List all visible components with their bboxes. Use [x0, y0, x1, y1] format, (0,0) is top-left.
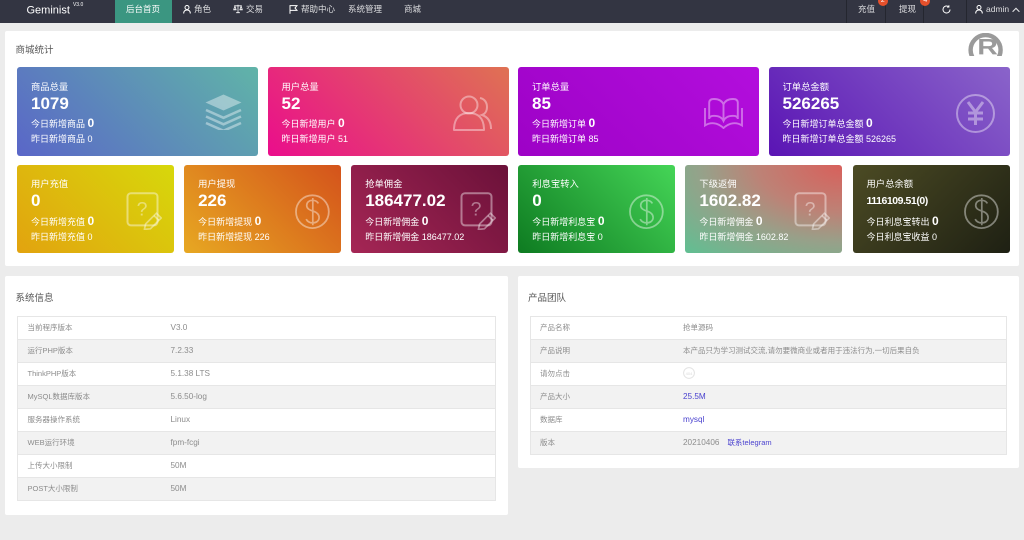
svg-text:404: 404 — [686, 371, 693, 376]
